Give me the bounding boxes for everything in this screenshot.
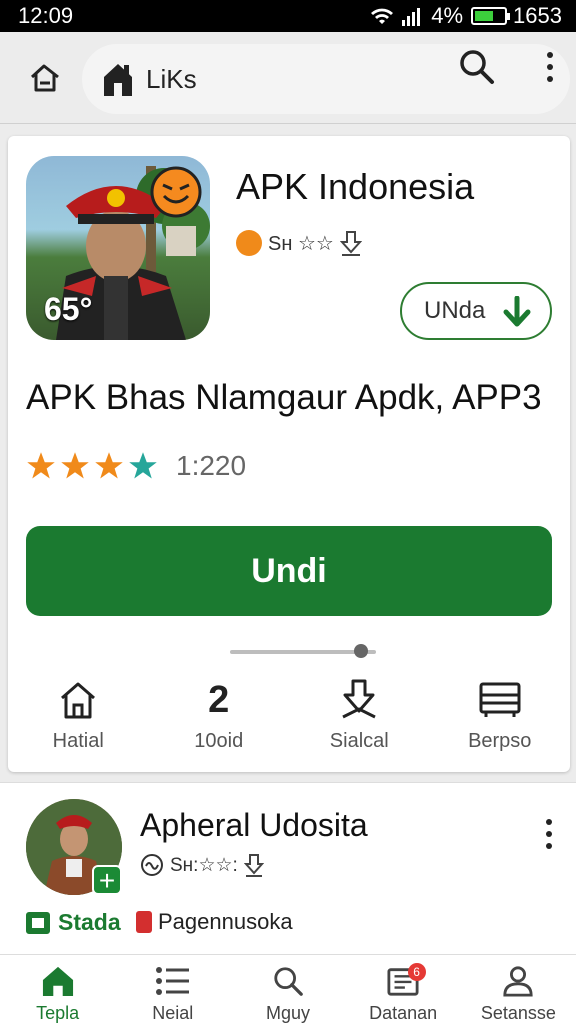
app-headline: APK Bhas Nlamgaur Apdk, APP3 bbox=[26, 378, 542, 417]
nav-label: Setansse bbox=[480, 1003, 556, 1023]
list-app-name: Apheral Udosita bbox=[140, 807, 368, 843]
page-title: LiKs bbox=[146, 63, 197, 94]
icon-badge-text: 65° bbox=[44, 291, 93, 327]
rating-row: 1:220 bbox=[26, 450, 246, 482]
back-button[interactable] bbox=[22, 55, 68, 101]
feature-label: 10oid bbox=[194, 730, 244, 752]
house-icon bbox=[104, 64, 132, 96]
tag-primary[interactable]: Stada bbox=[26, 909, 121, 936]
signal-icon bbox=[402, 8, 421, 26]
download-small-icon bbox=[243, 854, 264, 877]
tag-box-icon bbox=[26, 911, 50, 934]
battery-icon bbox=[471, 7, 511, 25]
wifi-icon bbox=[371, 8, 394, 24]
overflow-menu-button[interactable] bbox=[538, 46, 562, 88]
progress-slider[interactable] bbox=[230, 644, 376, 658]
status-clock: 1653 bbox=[513, 3, 562, 28]
feature-download[interactable]: Sialcal bbox=[289, 676, 430, 760]
app-list-item[interactable]: + Apheral Udosita Sн:☆☆: Stada Pagennuso… bbox=[0, 782, 576, 954]
tag-secondary-label: Pagennusoka bbox=[158, 909, 293, 934]
feature-row: Hatial 2 10oid Sialcal Berpso bbox=[8, 676, 570, 760]
feature-home[interactable]: Hatial bbox=[8, 676, 149, 760]
tag-primary-label: Stada bbox=[58, 909, 121, 935]
nav-item-list[interactable]: Neial bbox=[115, 955, 230, 1024]
feature-label: Sialcal bbox=[329, 730, 389, 752]
add-badge-icon[interactable]: + bbox=[92, 865, 122, 895]
battery-percent: 4% bbox=[431, 3, 464, 28]
list-app-meta: Sн:☆☆: bbox=[140, 853, 264, 877]
emoji-icon bbox=[150, 166, 202, 218]
nav-label: Tepla bbox=[36, 1003, 80, 1023]
secondary-download-label: UNda bbox=[424, 297, 486, 324]
status-bar: 12:09 4% 1653 bbox=[0, 0, 576, 32]
bed-icon bbox=[479, 682, 521, 717]
developer-row[interactable]: Sн ☆☆ bbox=[236, 230, 362, 256]
app-icon[interactable]: 65° bbox=[26, 156, 210, 340]
home-icon bbox=[42, 966, 73, 997]
developer-name: Sн ☆☆ bbox=[268, 232, 334, 255]
nav-label: Mguy bbox=[265, 1003, 310, 1023]
top-app-bar: LiKs bbox=[0, 32, 576, 124]
list-item-more-button[interactable] bbox=[546, 819, 552, 849]
person-icon bbox=[503, 966, 533, 997]
app-detail-card: 65° APK Indonesia Sн ☆☆ UNda APK Bhas Nl… bbox=[8, 136, 570, 772]
secondary-download-button[interactable]: UNda bbox=[400, 282, 552, 340]
app-name: APK Indonesia bbox=[236, 166, 475, 207]
nav-item-profile[interactable]: Setansse bbox=[461, 955, 576, 1024]
nav-label: Neial bbox=[152, 1003, 194, 1023]
tag-secondary[interactable]: Pagennusoka bbox=[136, 909, 293, 935]
install-button[interactable]: Undi bbox=[26, 526, 552, 616]
star-half-icon bbox=[129, 452, 157, 479]
slider-knob[interactable] bbox=[354, 644, 369, 658]
status-time: 12:09 bbox=[18, 3, 74, 28]
list-icon bbox=[155, 967, 189, 995]
star-icon bbox=[95, 452, 123, 479]
developer-logo-icon bbox=[236, 230, 262, 256]
lock-icon bbox=[136, 911, 152, 933]
feature-bed[interactable]: Berpso bbox=[430, 676, 571, 760]
search-icon[interactable] bbox=[456, 46, 498, 88]
star-icon bbox=[27, 452, 55, 479]
list-app-meta-text: Sн:☆☆: bbox=[170, 854, 238, 876]
feature-label: Hatial bbox=[52, 730, 104, 752]
nav-item-home[interactable]: Tepla bbox=[0, 955, 115, 1024]
star-icon bbox=[61, 452, 89, 479]
home-icon bbox=[61, 682, 96, 719]
arrow-down-icon bbox=[503, 296, 531, 327]
feature-value: 2 bbox=[208, 679, 230, 721]
back-home-icon bbox=[30, 64, 59, 91]
feature-count[interactable]: 2 10oid bbox=[149, 676, 290, 760]
nav-item-search[interactable]: Mguy bbox=[230, 955, 345, 1024]
rating-count: 1:220 bbox=[176, 450, 247, 481]
feature-label: Berpso bbox=[468, 730, 532, 752]
nav-item-inbox[interactable]: 6 Datanan bbox=[346, 955, 461, 1024]
verified-icon bbox=[141, 854, 163, 876]
nav-label: Datanan bbox=[369, 1003, 438, 1023]
download-small-icon bbox=[339, 231, 362, 256]
download-icon bbox=[342, 679, 376, 719]
bottom-navigation: Tepla Neial Mguy 6 Datanan Setansse bbox=[0, 954, 576, 1024]
notification-badge: 6 bbox=[407, 963, 426, 981]
search-icon bbox=[274, 967, 303, 996]
